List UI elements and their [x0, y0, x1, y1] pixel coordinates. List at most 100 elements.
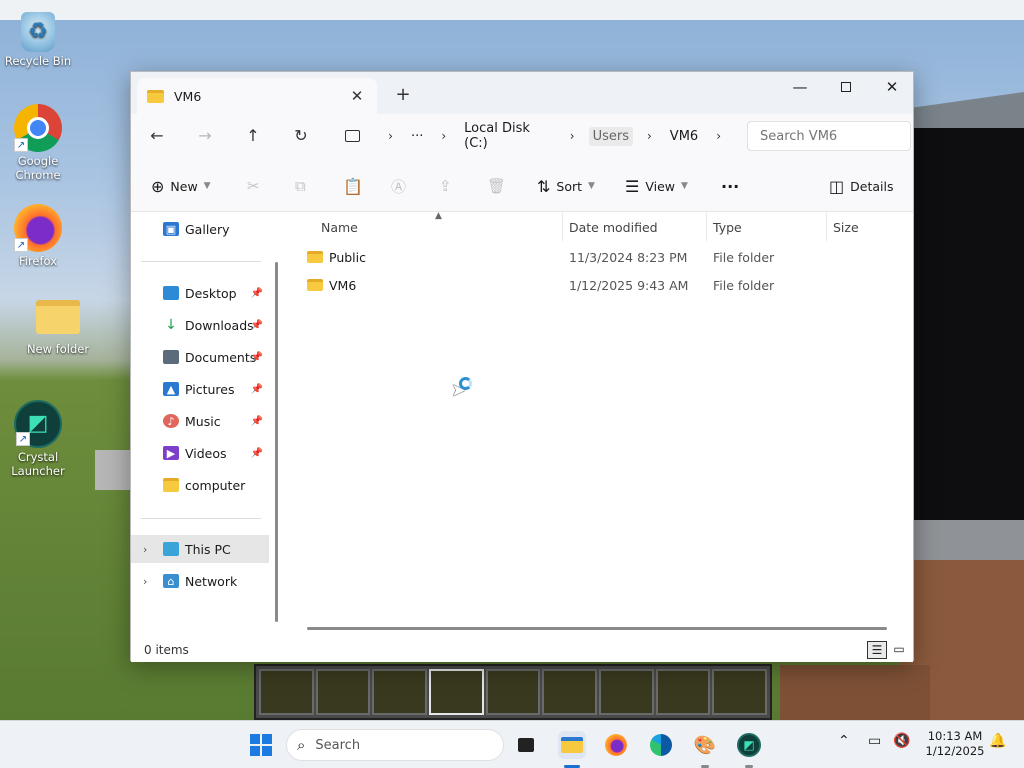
chevron-right-icon: › — [388, 129, 393, 143]
tab-title: VM6 — [174, 88, 202, 104]
date-modified: 1/12/2025 9:43 AM — [569, 277, 689, 293]
crystal-launcher-icon: ◩ ↗ — [14, 400, 62, 448]
horizontal-scrollbar[interactable] — [307, 627, 887, 630]
sidebar-item-desktop[interactable]: Desktop 📌 — [131, 279, 269, 307]
close-window-button[interactable]: ✕ — [869, 72, 915, 102]
forward-button[interactable]: → — [191, 124, 219, 148]
rename-button[interactable]: Ⓐ — [391, 174, 406, 198]
column-divider[interactable] — [706, 213, 707, 241]
refresh-button[interactable]: ↻ — [287, 124, 315, 148]
hotbar-slot — [542, 669, 598, 715]
pin-icon: 📌 — [250, 319, 263, 331]
task-view-button[interactable] — [512, 731, 540, 759]
details-button[interactable]: ◫ Details — [829, 174, 893, 198]
column-header-date-modified[interactable]: Date modified — [569, 213, 658, 241]
breadcrumb-users[interactable]: Users — [588, 126, 633, 146]
sort-button[interactable]: ⇅ Sort ▼ — [537, 174, 595, 198]
hotbar-slot — [485, 669, 541, 715]
notification-bell-icon[interactable]: 🔔 — [989, 733, 1006, 749]
share-button[interactable]: ⇪ — [439, 174, 452, 198]
breadcrumb-ellipsis[interactable]: ··· — [407, 127, 427, 146]
taskbar-paint[interactable]: 🎨 — [691, 731, 719, 759]
new-label: New — [170, 178, 198, 194]
sidebar-item-gallery[interactable]: ▣ Gallery — [131, 215, 269, 243]
chevron-right-icon: › — [716, 129, 721, 143]
sidebar-item-pictures[interactable]: ▲ Pictures 📌 — [131, 375, 269, 403]
chevron-down-icon: ▼ — [588, 181, 595, 191]
view-button[interactable]: ☰ View ▼ — [625, 174, 688, 198]
more-options-button[interactable]: ··· — [721, 174, 739, 198]
taskbar: ⌕ Search 🎨 ◩ ⌃ ▭ 🔇 10:13 AM 1/12/2025 🔔 — [0, 720, 1024, 768]
column-header-name[interactable]: Name — [321, 213, 358, 241]
maximize-button[interactable] — [823, 72, 869, 102]
copy-button[interactable]: ⧉ — [295, 174, 306, 198]
column-divider[interactable] — [562, 213, 563, 241]
tab-close-icon[interactable]: ✕ — [347, 87, 367, 105]
network-icon: ⌂ — [163, 574, 179, 588]
new-tab-button[interactable]: + — [393, 84, 413, 105]
taskbar-edge[interactable] — [647, 731, 675, 759]
up-button[interactable]: ↑ — [239, 124, 267, 148]
search-icon: ⌕ — [297, 736, 306, 754]
desktop-icon-crystal-launcher[interactable]: ◩ ↗ Crystal Launcher — [0, 400, 76, 478]
hotbar-slot — [372, 669, 428, 715]
sidebar-scrollbar[interactable] — [275, 262, 278, 622]
sidebar-item-downloads[interactable]: ↓ Downloads 📌 — [131, 311, 269, 339]
desktop-icon-firefox[interactable]: ↗ Firefox — [0, 204, 76, 268]
breadcrumb-local-disk[interactable]: Local Disk (C:) — [460, 119, 556, 153]
sidebar-item-videos[interactable]: ▶ Videos 📌 — [131, 439, 269, 467]
sidebar-item-computer[interactable]: computer — [131, 471, 269, 499]
desktop-icon-chrome[interactable]: ↗ Google Chrome — [0, 104, 76, 182]
firefox-icon — [605, 734, 627, 756]
desktop-icon-recycle-bin[interactable]: ♻ Recycle Bin — [0, 12, 76, 68]
file-name: VM6 — [329, 277, 357, 293]
sidebar-item-label: Desktop — [185, 285, 237, 301]
address-bar[interactable]: › ··· › Local Disk (C:) › Users › VM6 › — [331, 121, 735, 151]
new-button[interactable]: ⊕ New ▼ — [151, 174, 211, 198]
sidebar-item-network[interactable]: › ⌂ Network — [131, 567, 269, 595]
tiles-view-button[interactable]: ▭ — [889, 641, 909, 659]
sidebar-item-this-pc[interactable]: › This PC — [131, 535, 269, 563]
recycle-bin-icon: ♻ — [21, 12, 55, 52]
sidebar-item-music[interactable]: ♪ Music 📌 — [131, 407, 269, 435]
taskbar-clock[interactable]: 10:13 AM 1/12/2025 — [920, 729, 990, 759]
table-row[interactable]: Public 11/3/2024 8:23 PM File folder — [307, 243, 897, 271]
taskbar-crystal-launcher[interactable]: ◩ — [735, 731, 763, 759]
delete-button[interactable]: 🗑 — [487, 174, 506, 198]
desktop-icon-new-folder[interactable]: New folder — [20, 292, 96, 356]
folder-icon — [307, 279, 323, 291]
sidebar-item-label: computer — [185, 477, 246, 493]
minimize-button[interactable]: — — [777, 72, 823, 102]
pin-icon: 📌 — [250, 351, 263, 363]
search-input[interactable] — [747, 121, 911, 151]
volume-muted-icon[interactable]: 🔇 — [893, 733, 910, 749]
hotbar-slot — [259, 669, 314, 715]
sort-ascending-icon: ▲ — [435, 211, 442, 221]
desktop-icon-label: Crystal Launcher — [11, 450, 65, 478]
chevron-right-icon: › — [569, 129, 575, 143]
view-list-icon: ☰ — [625, 176, 640, 196]
taskbar-firefox[interactable] — [602, 731, 630, 759]
network-status-icon[interactable]: ▭ — [868, 733, 881, 749]
column-header-size[interactable]: Size — [833, 213, 859, 241]
show-hidden-icons-button[interactable]: ⌃ — [838, 733, 850, 749]
pin-icon: 📌 — [250, 447, 263, 459]
cut-button[interactable]: ✂ — [247, 174, 260, 198]
taskbar-search[interactable]: ⌕ Search — [286, 729, 504, 761]
back-button[interactable]: ← — [143, 124, 171, 148]
column-divider[interactable] — [826, 213, 827, 241]
paste-button[interactable]: 📋 — [343, 174, 363, 198]
breadcrumb-vm6[interactable]: VM6 — [666, 127, 702, 146]
shortcut-arrow-icon: ↗ — [14, 238, 28, 252]
column-header-type[interactable]: Type — [713, 213, 742, 241]
maximize-icon — [841, 82, 851, 92]
sidebar-item-documents[interactable]: Documents 📌 — [131, 343, 269, 371]
start-button[interactable] — [247, 731, 275, 759]
pictures-icon: ▲ — [163, 382, 179, 396]
table-row[interactable]: VM6 1/12/2025 9:43 AM File folder — [307, 271, 897, 299]
details-view-button[interactable]: ☰ — [867, 641, 887, 659]
taskbar-file-explorer[interactable] — [558, 731, 586, 759]
file-explorer-icon — [561, 737, 583, 753]
title-bar[interactable]: VM6 ✕ + — ✕ — [131, 72, 913, 114]
explorer-tab[interactable]: VM6 ✕ — [137, 78, 377, 114]
